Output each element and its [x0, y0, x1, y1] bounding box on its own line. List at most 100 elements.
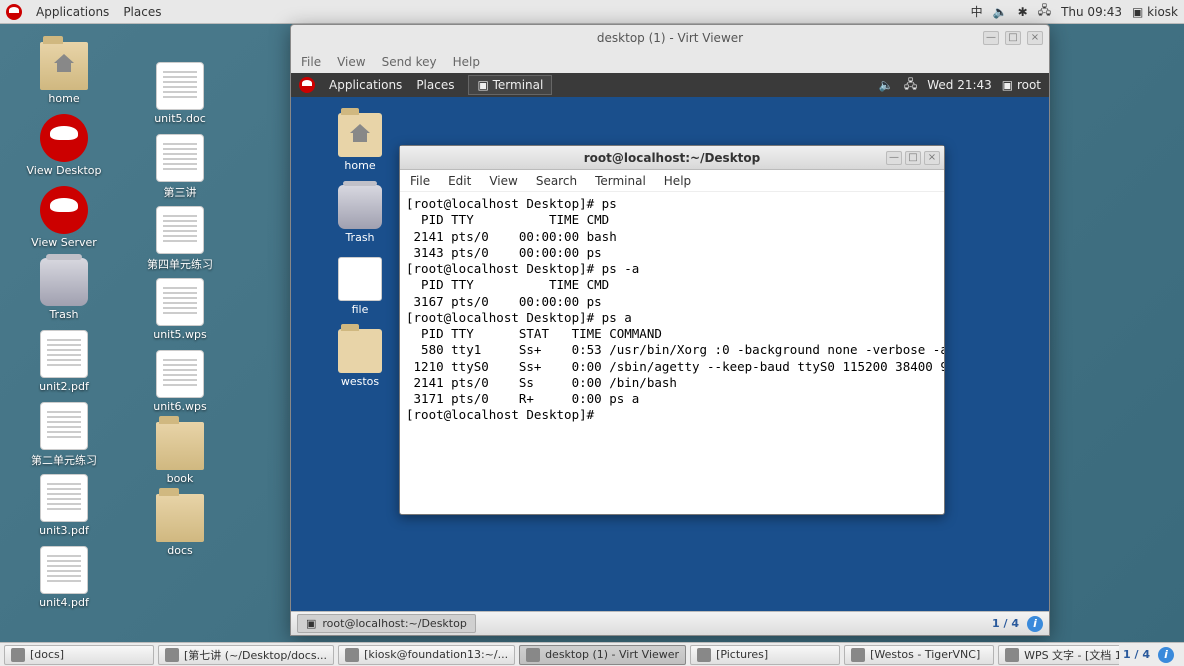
task-label: [Westos - TigerVNC] [870, 648, 980, 661]
vm-top-panel: Applications Places ▣ Terminal 🔈 🖧 Wed 2… [291, 73, 1049, 97]
icon-label: View Server [24, 236, 104, 249]
vm-user-name: root [1017, 78, 1041, 92]
vm-desktop[interactable]: Applications Places ▣ Terminal 🔈 🖧 Wed 2… [291, 73, 1049, 635]
vm-user-menu[interactable]: ▣ root [1002, 78, 1041, 92]
doc-icon [40, 474, 88, 522]
terminal-menu-terminal[interactable]: Terminal [595, 174, 646, 188]
desktop-icon[interactable]: unit5.wps [140, 278, 220, 341]
volume-icon[interactable]: 🔈 [993, 5, 1008, 19]
task-icon [1005, 648, 1019, 662]
host-workspace-indicator[interactable]: 1 / 4 [1123, 648, 1150, 661]
vm-volume-icon[interactable]: 🔈 [879, 78, 894, 92]
menu-help[interactable]: Help [453, 55, 480, 69]
vm-network-icon[interactable]: 🖧 [904, 75, 917, 96]
user-menu[interactable]: ▣ kiosk [1132, 5, 1178, 19]
menu-view[interactable]: View [337, 55, 365, 69]
terminal-close-button[interactable]: × [924, 151, 940, 165]
virt-viewer-title: desktop (1) - Virt Viewer [597, 31, 743, 45]
host-info-icon[interactable]: i [1158, 647, 1174, 663]
vm-taskbar-item[interactable]: ▣ root@localhost:~/Desktop [297, 614, 476, 633]
desktop-icon[interactable]: book [140, 422, 220, 485]
applications-menu[interactable]: Applications [36, 5, 109, 19]
terminal-menu-file[interactable]: File [410, 174, 430, 188]
desktop-icon[interactable]: unit2.pdf [24, 330, 104, 393]
doc-icon [156, 134, 204, 182]
terminal-menubar: File Edit View Search Terminal Help [400, 170, 944, 192]
network-icon[interactable]: 🖧 [1038, 1, 1051, 22]
terminal-output[interactable]: [root@localhost Desktop]# ps PID TTY TIM… [400, 192, 944, 514]
desktop-icon[interactable]: 第三讲 [140, 134, 220, 200]
icon-label: Trash [24, 308, 104, 321]
desktop-icon[interactable]: unit3.pdf [24, 474, 104, 537]
desktop-icon[interactable]: unit4.pdf [24, 546, 104, 609]
host-desktop[interactable]: home View Desktop View Server Trash unit2.pd… [0, 24, 1184, 642]
terminal-maximize-button[interactable]: □ [905, 151, 921, 165]
doc-icon [156, 62, 204, 110]
user-name: kiosk [1147, 5, 1178, 19]
desktop-icon[interactable]: unit5.doc [140, 62, 220, 125]
maximize-button[interactable]: □ [1005, 31, 1021, 45]
folder-icon [156, 494, 204, 542]
virt-viewer-window[interactable]: desktop (1) - Virt Viewer — □ × File Vie… [290, 24, 1050, 636]
icon-label: View Desktop [24, 164, 104, 177]
doc-icon [40, 402, 88, 450]
desktop-icon[interactable]: docs [140, 494, 220, 557]
icon-label: unit2.pdf [24, 380, 104, 393]
desktop-icon[interactable]: home [24, 42, 104, 105]
desktop-icon[interactable]: Trash [24, 258, 104, 321]
desktop-icon[interactable]: View Desktop [24, 114, 104, 177]
task-label: [Pictures] [716, 648, 768, 661]
folder-home-icon [40, 42, 88, 90]
taskbar-item[interactable]: desktop (1) - Virt Viewer [519, 645, 686, 665]
task-label: desktop (1) - Virt Viewer [545, 648, 679, 661]
vm-applications-menu[interactable]: Applications [329, 78, 402, 92]
menu-sendkey[interactable]: Send key [382, 55, 437, 69]
desktop-icon[interactable]: unit6.wps [140, 350, 220, 413]
taskbar-item[interactable]: WPS 文字 - [文档 1 *] [998, 645, 1119, 665]
places-menu[interactable]: Places [123, 5, 161, 19]
doc-icon [40, 330, 88, 378]
taskbar-item[interactable]: [第七讲 (~/Desktop/docs... [158, 645, 334, 665]
icon-label: docs [140, 544, 220, 557]
folder-icon [338, 329, 382, 373]
taskbar-item[interactable]: [kiosk@foundation13:~/... [338, 645, 515, 665]
menu-file[interactable]: File [301, 55, 321, 69]
vm-desktop-icon-westos[interactable]: westos [325, 329, 395, 388]
terminal-menu-edit[interactable]: Edit [448, 174, 471, 188]
taskbar-item[interactable]: [Westos - TigerVNC] [844, 645, 994, 665]
terminal-menu-help[interactable]: Help [664, 174, 691, 188]
vm-terminal-label: Terminal [493, 78, 544, 92]
vm-redhat-logo-icon [299, 77, 315, 93]
vm-terminal-launcher[interactable]: ▣ Terminal [468, 75, 552, 95]
task-label: [docs] [30, 648, 64, 661]
taskbar-item[interactable]: [Pictures] [690, 645, 840, 665]
icon-label: book [140, 472, 220, 485]
vm-desktop-icon-home[interactable]: home [325, 113, 395, 172]
vm-clock[interactable]: Wed 21:43 [927, 78, 992, 92]
input-method-indicator[interactable]: 中 [971, 3, 983, 20]
doc-icon [156, 278, 204, 326]
clock[interactable]: Thu 09:43 [1061, 5, 1122, 19]
task-icon [165, 648, 179, 662]
minimize-button[interactable]: — [983, 31, 999, 45]
taskbar-item[interactable]: [docs] [4, 645, 154, 665]
desktop-icon[interactable]: 第二单元练习 [24, 402, 104, 468]
vm-task-label: root@localhost:~/Desktop [322, 617, 466, 630]
bluetooth-icon[interactable]: ✱ [1018, 5, 1028, 19]
vm-desktop-icon-trash[interactable]: Trash [325, 185, 395, 244]
desktop-icon[interactable]: 第四单元练习 [140, 206, 220, 272]
desktop-icon[interactable]: View Server [24, 186, 104, 249]
terminal-window[interactable]: root@localhost:~/Desktop — □ × File Edit… [399, 145, 945, 515]
doc-icon [156, 350, 204, 398]
virt-viewer-titlebar[interactable]: desktop (1) - Virt Viewer — □ × [291, 25, 1049, 51]
doc-icon [156, 206, 204, 254]
vm-desktop-icon-file[interactable]: file [325, 257, 395, 316]
vm-places-menu[interactable]: Places [416, 78, 454, 92]
terminal-titlebar[interactable]: root@localhost:~/Desktop — □ × [400, 146, 944, 170]
terminal-menu-view[interactable]: View [489, 174, 517, 188]
vm-workspace-indicator[interactable]: 1 / 4 [992, 617, 1019, 630]
terminal-minimize-button[interactable]: — [886, 151, 902, 165]
terminal-menu-search[interactable]: Search [536, 174, 577, 188]
close-button[interactable]: × [1027, 31, 1043, 45]
vm-info-icon[interactable]: i [1027, 616, 1043, 632]
